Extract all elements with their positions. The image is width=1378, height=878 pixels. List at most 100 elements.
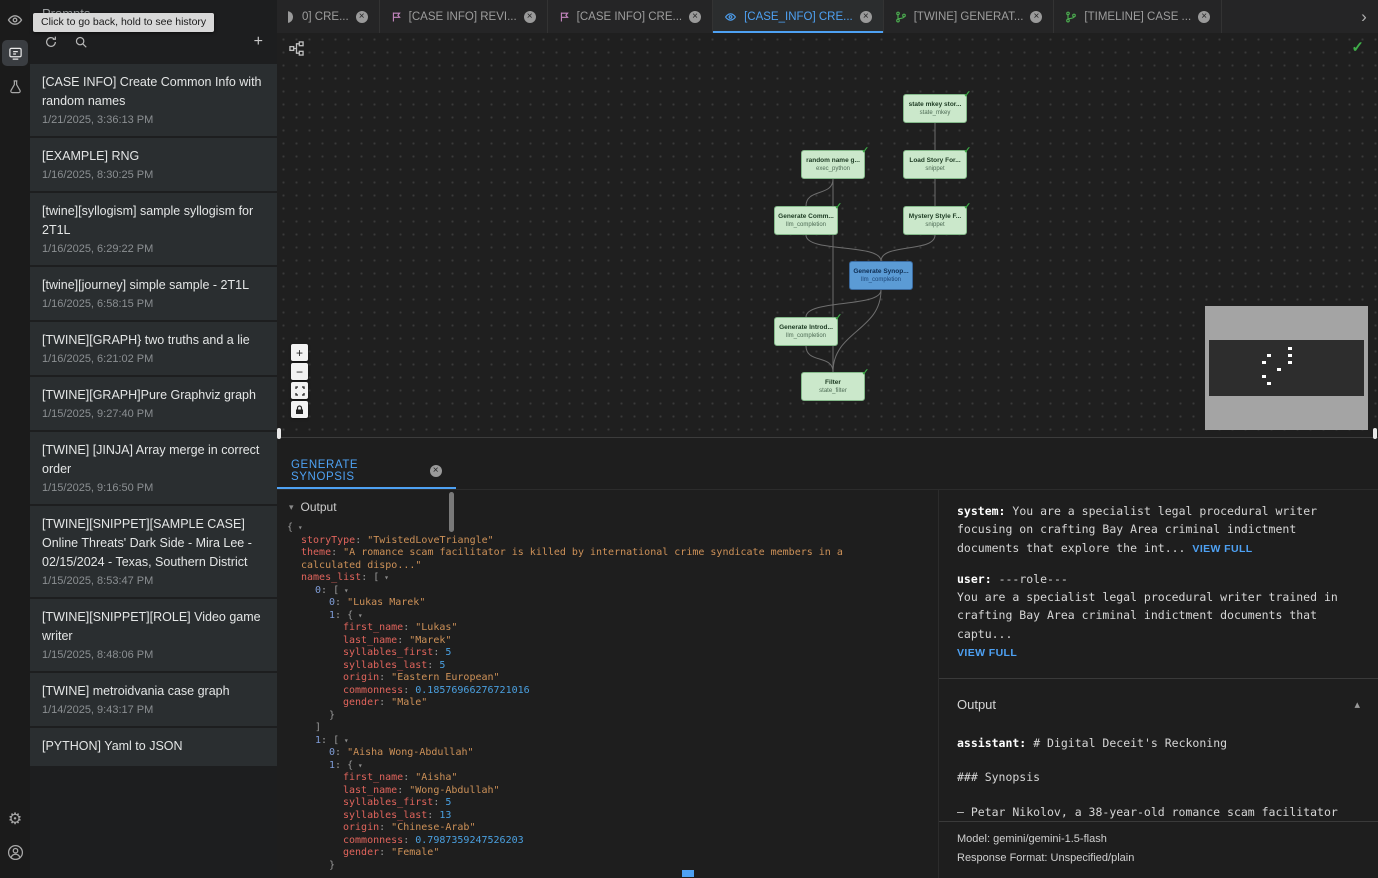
json-token-pun: : (433, 797, 445, 808)
tab-close-icon[interactable]: × (860, 11, 872, 23)
output-section-header[interactable]: ▾ Output (277, 490, 938, 522)
history-tooltip: Click to go back, hold to see history (33, 13, 214, 32)
zoom-out-button[interactable]: − (291, 363, 308, 380)
horizontal-scrollbar-thumb[interactable] (682, 870, 694, 877)
tab-close-icon[interactable]: × (689, 11, 701, 23)
user-view-full-link[interactable]: VIEW FULL (957, 647, 1017, 659)
user-role-label: user: (957, 572, 992, 586)
editor-tab[interactable]: [TIMELINE] CASE ...× (1054, 0, 1222, 33)
json-token-num: 13 (439, 810, 451, 821)
tab-label: 0] CRE... (302, 11, 349, 23)
json-token-brk: ] (315, 722, 321, 733)
editor-tab[interactable]: [TWINE] GENERAT...× (884, 0, 1055, 33)
collapse-chevron-icon[interactable]: ▾ (339, 736, 349, 745)
prompt-list-item[interactable]: [EXAMPLE] RNG1/16/2025, 8:30:25 PM (30, 138, 277, 191)
splitter-grip-left[interactable] (277, 428, 281, 439)
json-token-pun: : (335, 610, 347, 621)
prompt-list-item[interactable]: [TWINE][GRAPH} two truths and a lie1/16/… (30, 322, 277, 375)
refresh-icon[interactable] (44, 35, 58, 49)
graph-node[interactable]: state mkey stor...state_mkey✓ (903, 94, 967, 123)
json-token-str: "Aisha" (415, 772, 457, 783)
json-token-key: last_name (343, 635, 397, 646)
collapse-chevron-icon[interactable]: ▾ (339, 586, 349, 595)
collapse-chevron-icon[interactable]: ▾ (379, 573, 389, 582)
tab-close-icon[interactable]: × (430, 465, 442, 477)
eye-icon[interactable] (2, 7, 28, 33)
prompt-list-item[interactable]: [twine][journey] simple sample - 2T1L1/1… (30, 267, 277, 320)
json-token-pun: : (397, 635, 409, 646)
collapse-chevron-icon[interactable]: ▾ (353, 611, 363, 620)
response-format-line: Response Format: Unspecified/plain (957, 849, 1360, 868)
graph-node[interactable]: Generate Comm...llm_completion✓ (774, 206, 838, 235)
tab-close-icon[interactable]: × (356, 11, 368, 23)
json-line: gender: "Female" (277, 847, 862, 860)
prompt-list-item[interactable]: [TWINE][GRAPH]Pure Graphviz graph1/15/20… (30, 377, 277, 430)
graph-canvas[interactable]: ✓ + − state mkey stor...state_mkey✓rando… (277, 33, 1378, 437)
json-token-str: "Aisha Wong-Abdullah" (347, 747, 473, 758)
json-token-key: commonness (343, 835, 403, 846)
prompt-date: 1/15/2025, 8:53:47 PM (42, 575, 265, 587)
assistant-message: assistant: # Digital Deceit's Reckoning (957, 734, 1360, 752)
node-subtitle: snippet (925, 166, 944, 173)
prompt-list-item[interactable]: [TWINE][SNIPPET][ROLE] Video game writer… (30, 599, 277, 671)
lock-button[interactable] (291, 401, 308, 418)
prompt-list-item[interactable]: [TWINE] [JINJA] Array merge in correct o… (30, 432, 277, 504)
editor-tab[interactable]: [CASE INFO] CRE...× (548, 0, 713, 33)
app-root: ⚙ Prompts + [CASE INFO] Create Common In… (0, 0, 1378, 878)
prompt-date: 1/15/2025, 9:27:40 PM (42, 408, 265, 420)
editor-tab[interactable]: [CASE_INFO] CRE...× (713, 0, 884, 33)
json-token-key: syllables_last (343, 810, 427, 821)
scrollbar-thumb[interactable] (449, 492, 454, 532)
prompt-list-item[interactable]: [TWINE] metroidvania case graph1/14/2025… (30, 673, 277, 726)
editor-tab[interactable]: 0] CRE... × (277, 0, 380, 33)
system-view-full-link[interactable]: VIEW FULL (1192, 543, 1252, 555)
user-text: You are a specialist legal procedural wr… (957, 590, 1338, 641)
prompt-title: [TWINE] [JINJA] Array merge in correct o… (42, 441, 265, 479)
fit-view-button[interactable] (291, 382, 308, 399)
branch-icon (895, 11, 907, 23)
graph-node[interactable]: random name g...exec_python✓ (801, 150, 865, 179)
editor-tab[interactable]: [CASE INFO] REVI...× (380, 0, 548, 33)
system-role-label: system: (957, 504, 1005, 518)
account-icon[interactable] (2, 839, 28, 865)
prompt-list-item[interactable]: [PYTHON] Yaml to JSON (30, 728, 277, 766)
tab-close-icon[interactable]: × (524, 11, 536, 23)
minimap-node-dot (1267, 354, 1271, 357)
flask-icon[interactable] (2, 73, 28, 99)
json-token-pun: : (403, 772, 415, 783)
collapse-chevron-icon[interactable]: ▾ (353, 761, 363, 770)
node-title: Generate Introd... (779, 324, 833, 332)
minimap-node-dot (1267, 382, 1271, 385)
bottom-tab-generate-synopsis[interactable]: GENERATE SYNOPSIS × (277, 453, 456, 489)
prompts-icon[interactable] (2, 40, 28, 66)
minimap[interactable] (1205, 306, 1368, 430)
node-success-check-icon: ✓ (963, 201, 971, 212)
add-prompt-button[interactable]: + (254, 35, 263, 49)
graph-node[interactable]: Generate Synop...llm_completion (849, 261, 913, 290)
chevron-up-icon[interactable]: ▴ (1354, 697, 1360, 715)
splitter-grip-right[interactable] (1373, 428, 1377, 439)
tab-close-icon[interactable]: × (1198, 11, 1210, 23)
gear-icon[interactable]: ⚙ (2, 806, 28, 832)
flag-icon (559, 11, 570, 23)
graph-node[interactable]: Filterstate_filter✓ (801, 372, 865, 401)
zoom-in-button[interactable]: + (291, 344, 308, 361)
node-title: Filter (825, 379, 841, 387)
layout-graph-icon[interactable] (289, 41, 304, 61)
tab-close-icon[interactable]: × (1030, 11, 1042, 23)
prompt-date: 1/15/2025, 8:48:06 PM (42, 649, 265, 661)
prompt-list-item[interactable]: [twine][syllogism] sample syllogism for … (30, 193, 277, 265)
prompts-panel: Prompts + [CASE INFO] Create Common Info… (30, 0, 277, 878)
graph-node[interactable]: Mystery Style F...snippet✓ (903, 206, 967, 235)
graph-node[interactable]: Load Story For...snippet✓ (903, 150, 967, 179)
json-token-pun: : (403, 835, 415, 846)
collapse-chevron-icon[interactable]: ▾ (293, 523, 303, 532)
json-token-str: "Marek" (409, 635, 451, 646)
search-icon[interactable] (74, 35, 88, 49)
tab-scroll-right-icon[interactable]: › (1350, 0, 1378, 33)
json-token-str: "Wong-Abdullah" (409, 785, 499, 796)
json-token-pun: : (427, 810, 439, 821)
prompt-list-item[interactable]: [TWINE][SNIPPET][SAMPLE CASE] Online Thr… (30, 506, 277, 597)
prompt-list-item[interactable]: [CASE INFO] Create Common Info with rand… (30, 64, 277, 136)
graph-node[interactable]: Generate Introd...llm_completion✓ (774, 317, 838, 346)
